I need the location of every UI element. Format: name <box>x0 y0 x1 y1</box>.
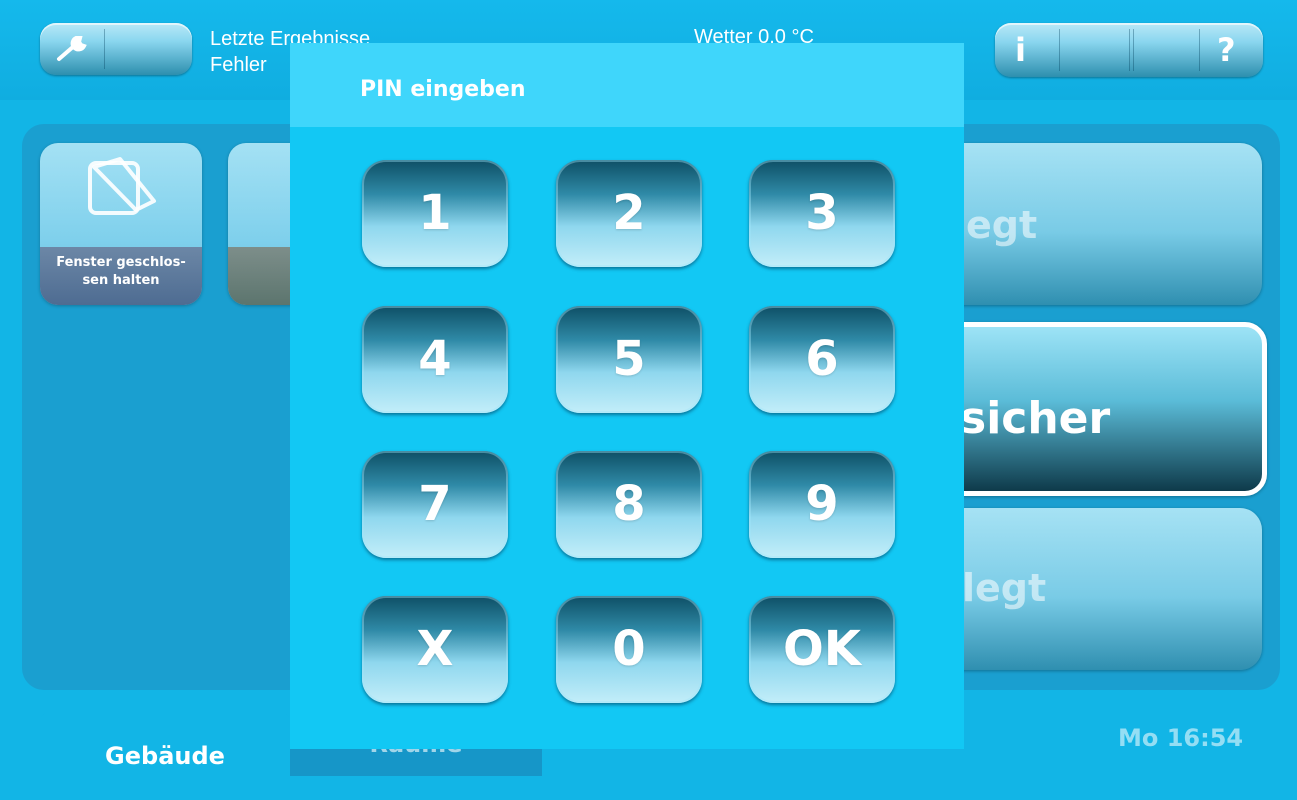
button-divider <box>1129 29 1130 71</box>
key-6[interactable]: 6 <box>749 306 895 413</box>
key-0[interactable]: 0 <box>556 596 702 703</box>
tile-label: Fenster geschlos- sen halten <box>40 247 202 305</box>
pin-dialog: PIN eingeben 1 2 3 4 5 6 7 8 9 X 0 OK <box>290 43 964 749</box>
key-8[interactable]: 8 <box>556 451 702 558</box>
info-icon[interactable]: i <box>1015 31 1026 69</box>
key-1[interactable]: 1 <box>362 160 508 267</box>
button-divider <box>104 29 105 69</box>
key-4[interactable]: 4 <box>362 306 508 413</box>
mode-button-3[interactable]: legt <box>940 508 1262 670</box>
mode-button-label: egt <box>966 203 1038 247</box>
button-divider <box>1133 29 1134 71</box>
key-9[interactable]: 9 <box>749 451 895 558</box>
dialog-title: PIN eingeben <box>360 77 526 102</box>
wrench-icon <box>57 36 87 61</box>
key-7[interactable]: 7 <box>362 451 508 558</box>
info-help-button-group[interactable]: i ? <box>995 23 1263 77</box>
tile-label-line: sen halten <box>82 273 160 288</box>
help-icon[interactable]: ? <box>1217 31 1236 69</box>
window-icon <box>88 157 156 215</box>
mode-button-label: sicher <box>960 393 1111 444</box>
mode-button-label: legt <box>962 566 1047 610</box>
button-divider <box>1059 29 1060 71</box>
key-2[interactable]: 2 <box>556 160 702 267</box>
key-ok[interactable]: OK <box>749 596 895 703</box>
key-5[interactable]: 5 <box>556 306 702 413</box>
tile-close-windows[interactable]: Fenster geschlos- sen halten <box>40 143 202 305</box>
tile-label-line: Fenster geschlos- <box>56 255 186 270</box>
key-3[interactable]: 3 <box>749 160 895 267</box>
clock: Mo 16:54 <box>1118 724 1244 752</box>
key-clear[interactable]: X <box>362 596 508 703</box>
tab-building[interactable]: Gebäude <box>40 712 290 776</box>
mode-button-2[interactable]: sicher <box>935 322 1267 496</box>
button-divider <box>1199 29 1200 71</box>
settings-button[interactable] <box>40 23 192 75</box>
mode-button-1[interactable]: egt <box>940 143 1262 305</box>
